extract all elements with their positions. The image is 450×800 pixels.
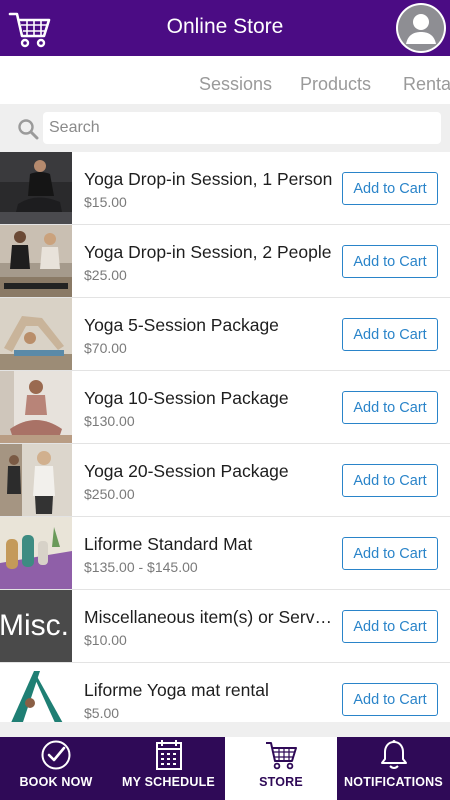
product-price: $5.00	[84, 705, 120, 721]
check-circle-icon	[39, 739, 73, 771]
product-row[interactable]: Yoga 10-Session Package $130.00 Add to C…	[0, 371, 450, 444]
product-thumbnail	[0, 225, 72, 297]
product-thumbnail	[0, 371, 72, 443]
product-price: $10.00	[84, 632, 127, 648]
nav-label: STORE	[259, 775, 303, 789]
product-row[interactable]: Liforme Standard Mat $135.00 - $145.00 A…	[0, 517, 450, 590]
product-thumbnail	[0, 152, 72, 224]
add-to-cart-button[interactable]: Add to Cart	[342, 610, 438, 643]
search-bar	[0, 104, 450, 152]
product-price: $25.00	[84, 267, 127, 283]
product-price: $250.00	[84, 486, 135, 502]
product-thumbnail: Misc.	[0, 590, 72, 662]
misc-thumb-label: Misc.	[0, 609, 69, 642]
category-tabs: Sessions Products Rentals	[0, 56, 450, 104]
product-row[interactable]: Yoga Drop-in Session, 1 Person $15.00 Ad…	[0, 152, 450, 225]
product-name: Liforme Standard Mat	[84, 534, 253, 554]
tab-products[interactable]: Products	[300, 74, 371, 95]
product-price: $15.00	[84, 194, 127, 210]
tab-sessions[interactable]: Sessions	[199, 74, 272, 95]
search-input[interactable]	[43, 112, 441, 144]
product-price: $70.00	[84, 340, 127, 356]
app-header: Online Store	[0, 0, 450, 56]
add-to-cart-button[interactable]: Add to Cart	[342, 464, 438, 497]
product-list: Yoga Drop-in Session, 1 Person $15.00 Ad…	[0, 152, 450, 722]
add-to-cart-button[interactable]: Add to Cart	[342, 683, 438, 716]
search-icon	[17, 118, 39, 140]
product-name: Yoga Drop-in Session, 1 Person	[84, 169, 333, 189]
add-to-cart-button[interactable]: Add to Cart	[342, 318, 438, 351]
product-price: $130.00	[84, 413, 135, 429]
product-thumbnail	[0, 663, 72, 722]
product-row[interactable]: Misc. Miscellaneous item(s) or Services …	[0, 590, 450, 663]
product-row[interactable]: Liforme Yoga mat rental $5.00 Add to Car…	[0, 663, 450, 722]
product-name: Yoga Drop-in Session, 2 People	[84, 242, 332, 262]
product-thumbnail	[0, 517, 72, 589]
page-title: Online Store	[166, 15, 284, 38]
product-price: $135.00 - $145.00	[84, 559, 198, 575]
nav-label: MY SCHEDULE	[122, 775, 215, 789]
product-row[interactable]: Yoga 5-Session Package $70.00 Add to Car…	[0, 298, 450, 371]
nav-label: BOOK NOW	[19, 775, 93, 789]
nav-label: NOTIFICATIONS	[344, 775, 443, 789]
product-name: Yoga 5-Session Package	[84, 315, 279, 335]
product-name: Miscellaneous item(s) or Services	[84, 607, 334, 627]
product-row[interactable]: Yoga 20-Session Package $250.00 Add to C…	[0, 444, 450, 517]
list-end-spacer	[0, 722, 450, 737]
tab-rentals[interactable]: Rentals	[403, 74, 450, 95]
add-to-cart-button[interactable]: Add to Cart	[342, 391, 438, 424]
add-to-cart-button[interactable]: Add to Cart	[342, 172, 438, 205]
nav-my-schedule[interactable]: MY SCHEDULE	[112, 737, 225, 800]
product-thumbnail	[0, 298, 72, 370]
bell-icon	[377, 739, 411, 771]
product-row[interactable]: Yoga Drop-in Session, 2 People $25.00 Ad…	[0, 225, 450, 298]
nav-notifications[interactable]: NOTIFICATIONS	[337, 737, 450, 800]
bottom-navigation: BOOK NOW MY SCHEDULE STORE NOTIFICATIONS	[0, 737, 450, 800]
product-name: Liforme Yoga mat rental	[84, 680, 269, 700]
user-avatar-icon[interactable]	[396, 3, 446, 53]
product-thumbnail	[0, 444, 72, 516]
add-to-cart-button[interactable]: Add to Cart	[342, 537, 438, 570]
product-name: Yoga 10-Session Package	[84, 388, 289, 408]
cart-icon	[264, 739, 298, 771]
product-name: Yoga 20-Session Package	[84, 461, 289, 481]
nav-book-now[interactable]: BOOK NOW	[0, 737, 112, 800]
calendar-icon	[152, 739, 186, 771]
nav-store[interactable]: STORE	[225, 737, 337, 800]
add-to-cart-button[interactable]: Add to Cart	[342, 245, 438, 278]
